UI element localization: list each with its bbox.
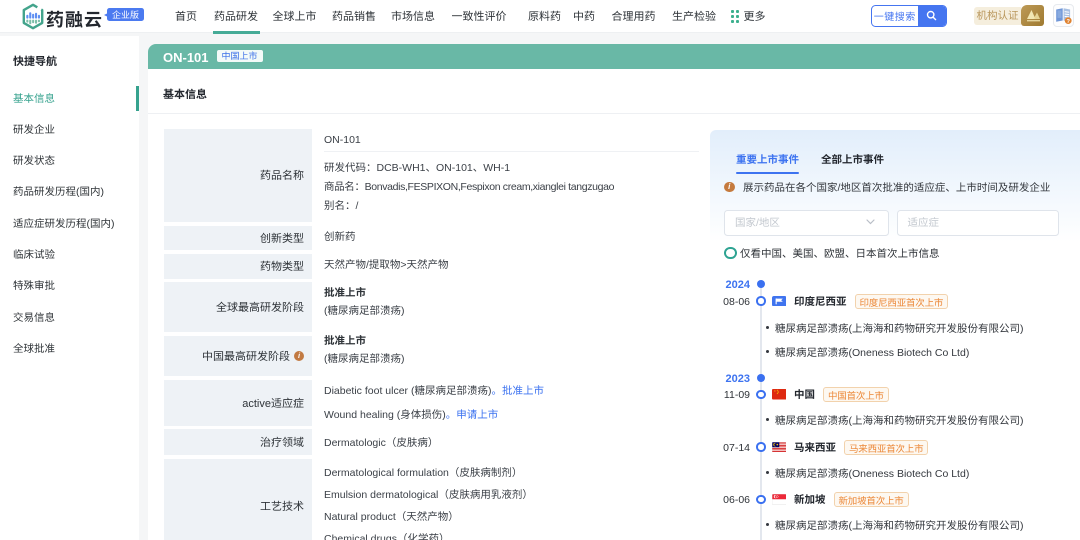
svg-text:?: ? (1066, 19, 1070, 24)
